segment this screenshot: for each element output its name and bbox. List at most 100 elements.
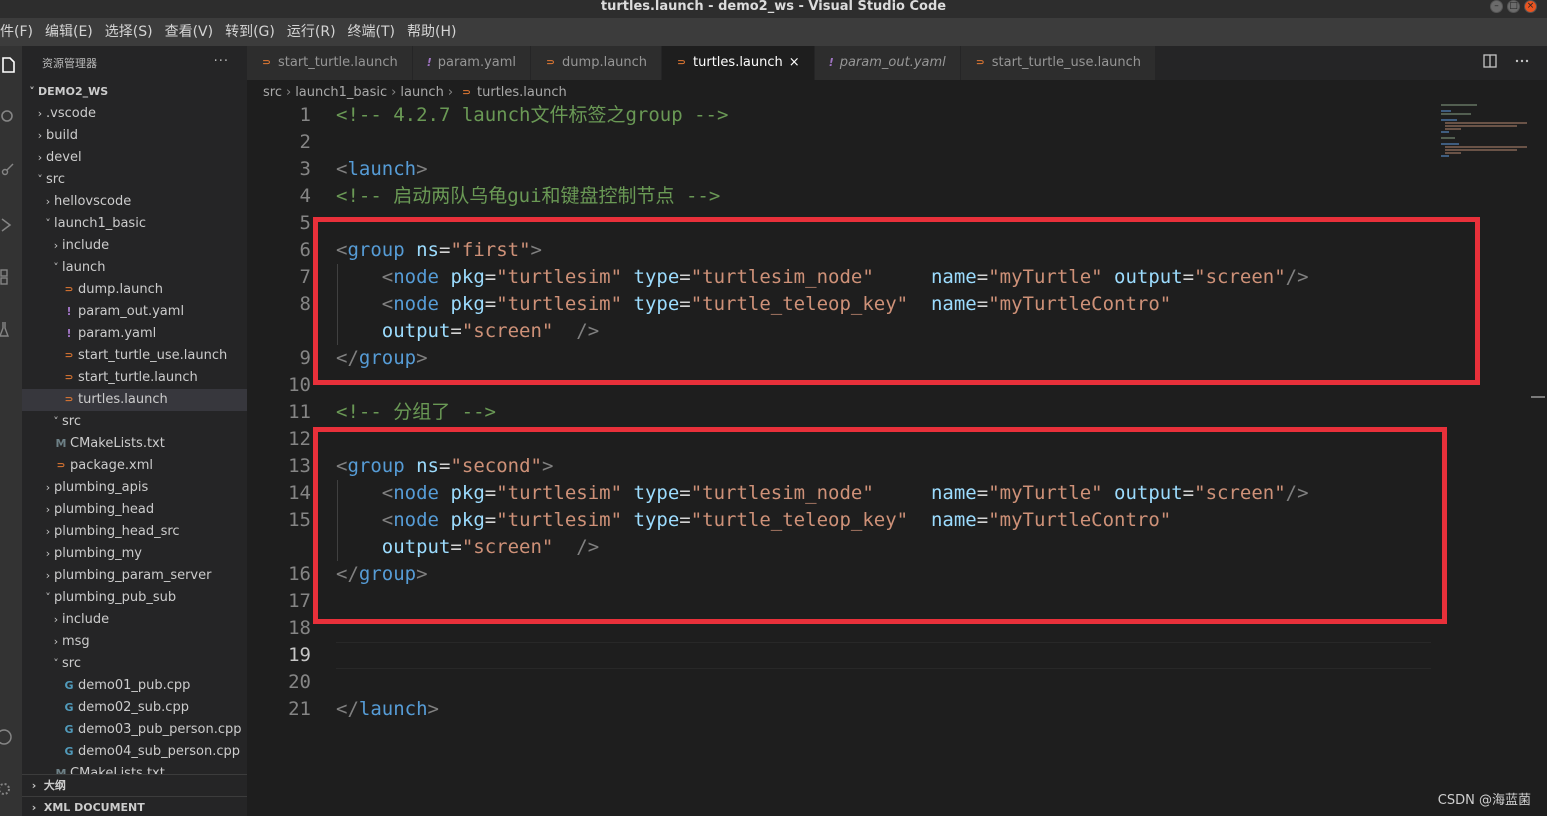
folder-item[interactable]: › .vscode (22, 103, 247, 125)
folder-item[interactable]: › devel (22, 147, 247, 169)
folder-item[interactable]: › include (22, 609, 247, 631)
minimap[interactable] (1437, 102, 1531, 162)
run-debug-icon[interactable] (0, 216, 18, 234)
tree-item-label: plumbing_my (54, 546, 142, 561)
folder-item[interactable]: ˅ launch (22, 257, 247, 279)
chevron-right-icon: › (31, 801, 37, 814)
explorer-more-actions-icon[interactable]: ··· (214, 54, 229, 69)
file-item[interactable]: ⸧ package.xml (22, 455, 247, 477)
file-item[interactable]: ⸧ turtles.launch (22, 389, 247, 411)
file-item[interactable]: M CMakeLists.txt (22, 433, 247, 455)
extensions-icon[interactable] (0, 268, 18, 286)
menu-item[interactable]: 运行(R) (281, 18, 342, 46)
chevron-right-icon: › (285, 84, 292, 100)
menu-item[interactable]: 查看(V) (159, 18, 220, 46)
tab-param-yaml[interactable]: ! param.yaml (412, 46, 532, 80)
split-editor-icon[interactable] (1483, 54, 1497, 72)
line-number: 6 (299, 239, 311, 261)
file-item[interactable]: ! param.yaml (22, 323, 247, 345)
xml-document-section[interactable]: › XML DOCUMENT (22, 796, 247, 816)
tab-dump-launch[interactable]: ⸧ dump.launch (531, 46, 663, 80)
line-number: 7 (299, 266, 311, 288)
file-item[interactable]: ⸧ dump.launch (22, 279, 247, 301)
close-tab-icon[interactable]: × (789, 55, 800, 70)
folder-item[interactable]: › plumbing_head (22, 499, 247, 521)
folder-item[interactable]: › plumbing_head_src (22, 521, 247, 543)
settings-gear-icon[interactable] (0, 780, 18, 798)
tree-item-label: demo01_pub.cpp (78, 678, 191, 693)
menu-item[interactable]: 选择(S) (99, 18, 159, 46)
line-number: 12 (288, 428, 311, 450)
file-item[interactable]: Gdemo01_pub.cpp (22, 675, 247, 697)
file-item[interactable]: ! param_out.yaml (22, 301, 247, 323)
chevron-right-icon: › (31, 779, 37, 792)
maximize-button[interactable]: □ (1507, 0, 1520, 13)
folder-item[interactable]: ˅ src (22, 653, 247, 675)
yaml-file-icon: ! (66, 305, 72, 318)
tree-item-label: src (62, 414, 81, 429)
file-item[interactable]: Gdemo04_sub_person.cpp (22, 741, 247, 763)
search-icon[interactable] (0, 108, 18, 126)
folder-item[interactable]: ˅ plumbing_pub_sub (22, 587, 247, 609)
folder-item[interactable]: › plumbing_param_server (22, 565, 247, 587)
file-item[interactable]: Gdemo03_pub_person.cpp (22, 719, 247, 741)
file-item[interactable]: M CMakeLists.txt (22, 763, 247, 774)
folder-item[interactable]: › include (22, 235, 247, 257)
workspace-root[interactable]: ˅ DEMO2_WS (22, 81, 247, 103)
account-icon[interactable] (0, 728, 18, 746)
files-icon[interactable] (0, 56, 18, 74)
breadcrumb-item[interactable]: launch (400, 85, 443, 100)
tree-item-label: demo02_sub.cpp (78, 700, 189, 715)
folder-item[interactable]: ˅ launch1_basic (22, 213, 247, 235)
folder-item[interactable]: › plumbing_my (22, 543, 247, 565)
menu-item[interactable]: 帮助(H) (401, 18, 462, 46)
code-text: <launch> (336, 156, 428, 183)
folder-item[interactable]: › hellovscode (22, 191, 247, 213)
menu-item[interactable]: 编辑(E) (39, 18, 99, 46)
line-number: 15 (288, 509, 311, 531)
tree-item-label: launch (62, 260, 106, 275)
tab-turtles-launch[interactable]: ⸧ turtles.launch × (662, 46, 815, 80)
cpp-file-icon: G (64, 723, 74, 736)
file-tree: ˅ DEMO2_WS › .vscode › build › devel ˅ src › hellov… (22, 81, 247, 774)
tab-label: start_turtle.launch (278, 55, 398, 70)
more-actions-icon[interactable] (1515, 54, 1529, 72)
source-control-icon[interactable] (0, 162, 18, 180)
tree-item-label: plumbing_param_server (54, 568, 212, 583)
breadcrumb-item[interactable]: launch1_basic (295, 85, 387, 100)
breadcrumb-item[interactable]: turtles.launch (477, 85, 567, 100)
menu-item[interactable]: 终端(T) (342, 18, 401, 46)
folder-item[interactable]: ˅ src (22, 169, 247, 191)
minimize-button[interactable]: – (1490, 0, 1503, 13)
file-item[interactable]: ⸧ start_turtle_use.launch (22, 345, 247, 367)
menu-item[interactable]: 转到(G) (219, 18, 281, 46)
editor-area: ⸧ start_turtle.launch! param.yaml ⸧ dump.lau… (247, 46, 1547, 816)
vertical-scrollbar[interactable] (1531, 102, 1545, 816)
editor-actions (1483, 46, 1529, 80)
tree-item-label: src (62, 656, 81, 671)
folder-item[interactable]: › build (22, 125, 247, 147)
tab-start-turtle-use-launch[interactable]: ⸧ start_turtle_use.launch (960, 46, 1157, 80)
menu-bar: 件(F) 编辑(E) 选择(S) 查看(V) 转到(G) 运行(R) 终端(T) 帮助(H) (0, 18, 1547, 46)
tab-start-turtle-launch[interactable]: ⸧ start_turtle.launch (247, 46, 413, 80)
file-item[interactable]: Gdemo02_sub.cpp (22, 697, 247, 719)
tree-item-label: start_turtle_use.launch (78, 348, 228, 363)
folder-item[interactable]: ˅ src (22, 411, 247, 433)
menu-item[interactable]: 件(F) (0, 18, 39, 46)
explorer-header: 资源管理器 ··· (22, 46, 247, 80)
line-number: 9 (299, 347, 311, 369)
close-window-button[interactable]: × (1524, 0, 1537, 13)
chevron-right-icon: › (45, 547, 51, 560)
tree-item-label: devel (46, 150, 82, 165)
breadcrumb-item[interactable]: src (263, 85, 282, 100)
tree-item-label: include (62, 238, 110, 253)
rss-file-icon: ⸧ (55, 459, 67, 472)
folder-item[interactable]: › msg (22, 631, 247, 653)
test-icon[interactable] (0, 320, 18, 338)
tab-param-out-yaml[interactable]: ! param_out.yaml (814, 46, 961, 80)
outline-section[interactable]: › 大纲 (22, 774, 247, 796)
folder-item[interactable]: › plumbing_apis (22, 477, 247, 499)
chevron-right-icon: › (37, 151, 43, 164)
file-item[interactable]: ⸧ start_turtle.launch (22, 367, 247, 389)
token-punct: < (336, 158, 348, 180)
